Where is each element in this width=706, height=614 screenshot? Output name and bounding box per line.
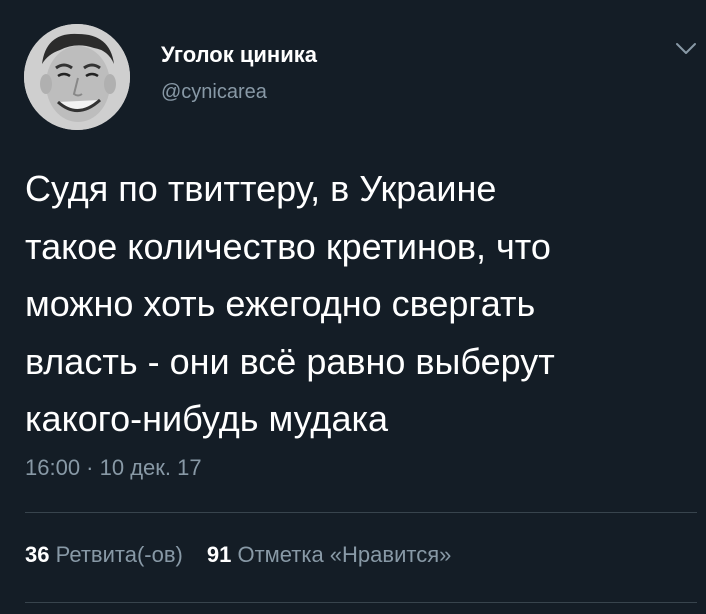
tweet-stats: 36 Ретвита(-ов) 91 Отметка «Нравится» bbox=[25, 542, 451, 568]
tweet-line: какого-нибудь мудака bbox=[25, 398, 389, 439]
chevron-down-icon[interactable] bbox=[675, 42, 697, 56]
tweet-text: Судя по твиттеру, в Украине такое количе… bbox=[25, 160, 695, 448]
tweet-line: такое количество кретинов, что bbox=[25, 225, 551, 267]
tweet: Уголок циника @cynicarea Судя по твиттер… bbox=[0, 0, 706, 614]
tweet-line: власть - они всё равно выберут bbox=[25, 340, 555, 382]
avatar[interactable] bbox=[24, 24, 130, 130]
author-handle[interactable]: @cynicarea bbox=[161, 81, 267, 104]
tweet-line: Судя по твиттеру, в Украине bbox=[25, 168, 497, 209]
retweets-label[interactable]: Ретвита(-ов) bbox=[56, 542, 183, 567]
author-name[interactable]: Уголок циника bbox=[161, 42, 317, 68]
divider bbox=[25, 602, 697, 603]
tweet-timestamp[interactable]: 16:00 · 10 дек. 17 bbox=[25, 455, 202, 481]
divider bbox=[25, 512, 697, 513]
likes-label[interactable]: Отметка «Нравится» bbox=[237, 542, 451, 567]
likes-count[interactable]: 91 bbox=[207, 542, 231, 567]
tweet-line: можно хоть ежегодно свергать bbox=[25, 283, 536, 324]
retweets-count[interactable]: 36 bbox=[25, 542, 49, 567]
